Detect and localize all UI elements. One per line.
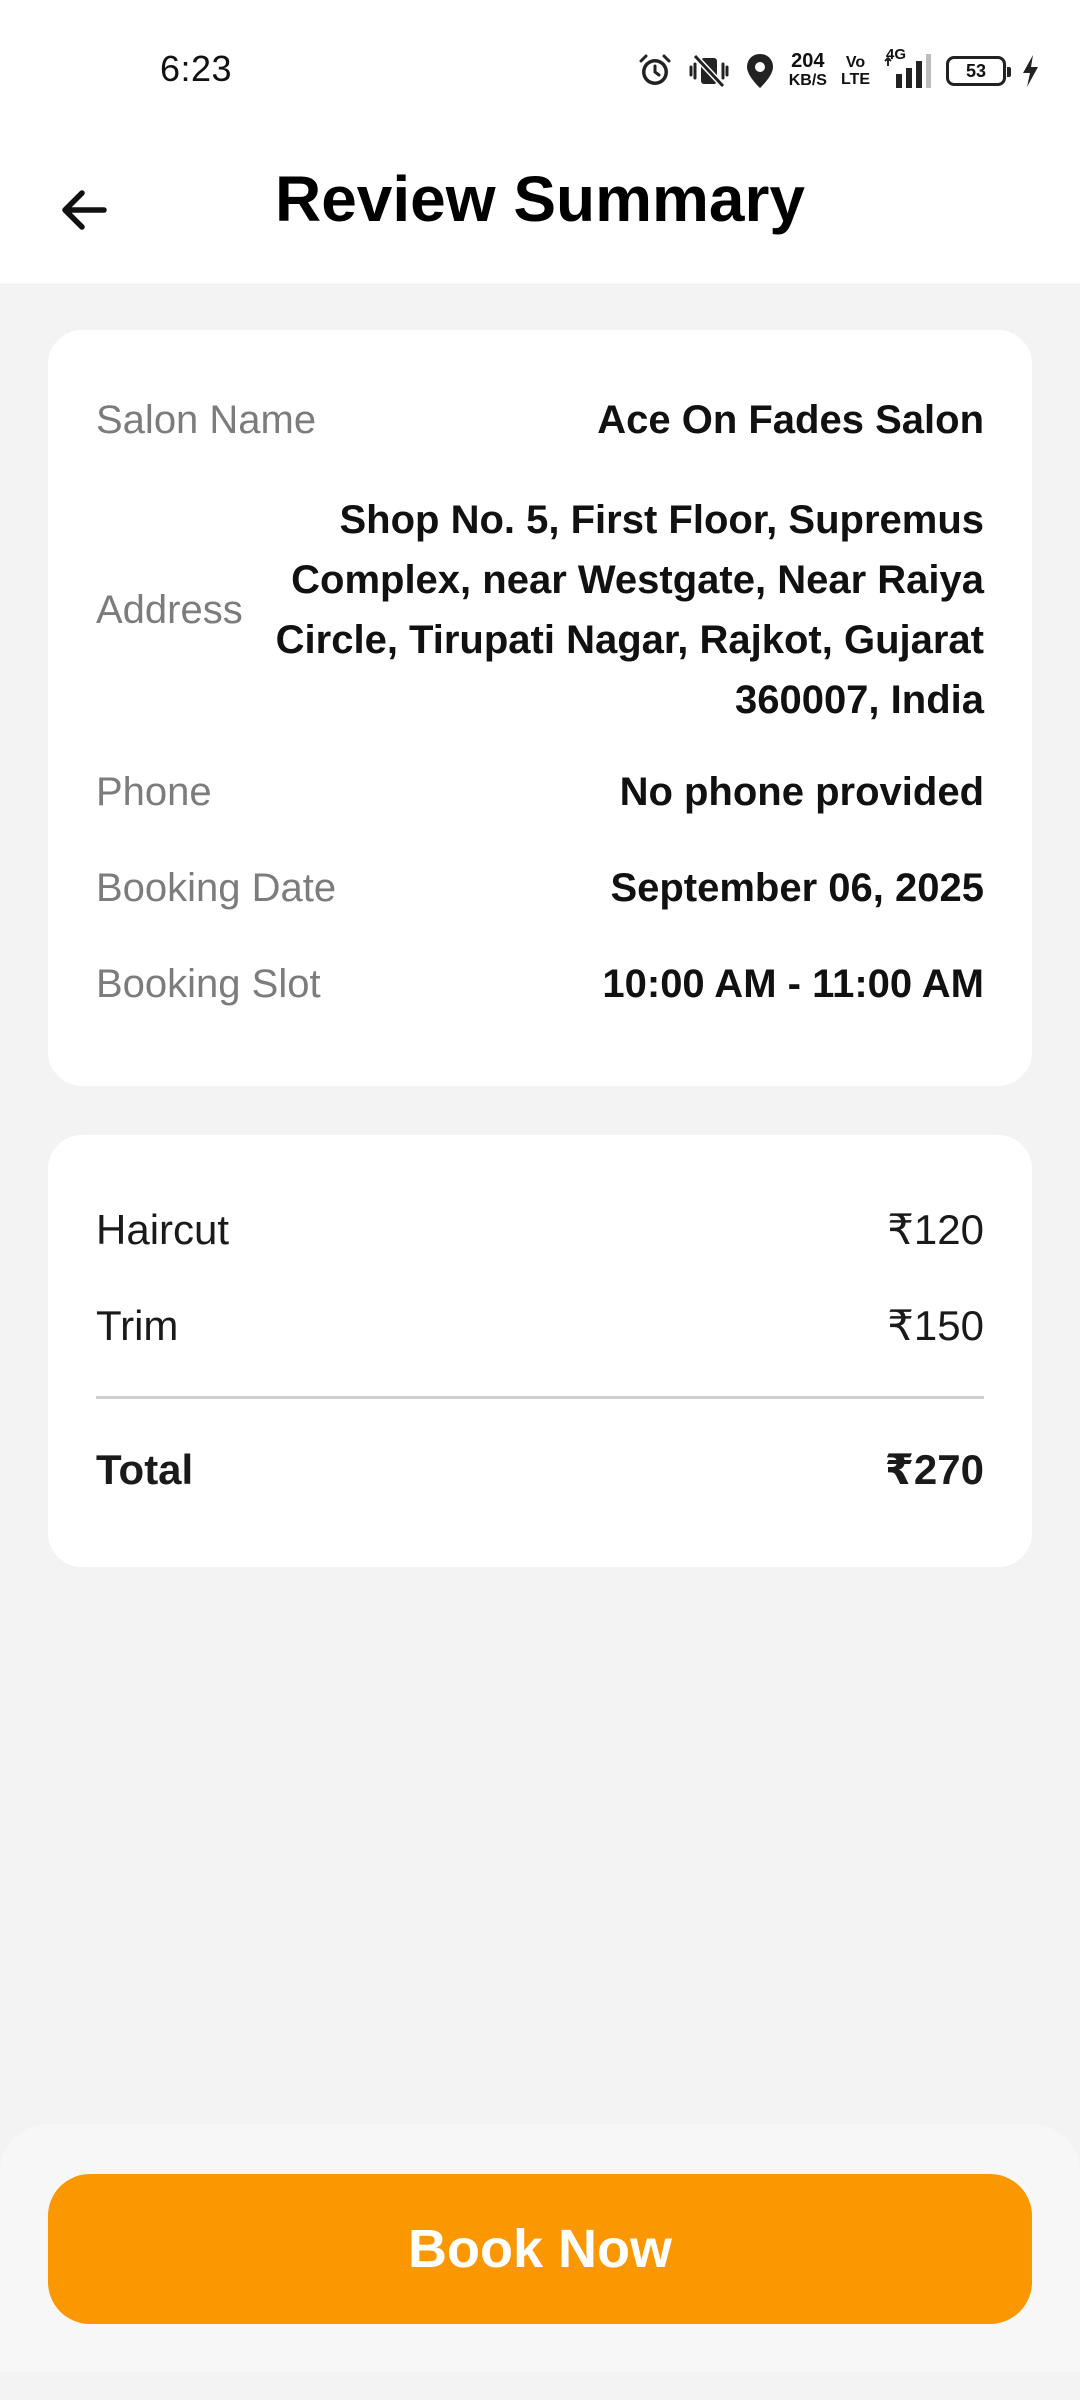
volte-bottom: LTE	[840, 71, 870, 88]
booking-date-label: Booking Date	[96, 866, 337, 910]
service-row: Haircut ₹120	[96, 1205, 984, 1254]
service-name: Haircut	[96, 1205, 230, 1253]
service-name: Trim	[96, 1301, 179, 1349]
volte-indicator: Vo LTE	[841, 54, 870, 88]
alarm-icon	[637, 53, 673, 89]
network-speed: 204 KB/S	[788, 50, 827, 90]
booking-slot-label: Booking Slot	[96, 962, 321, 1006]
location-icon	[745, 52, 775, 90]
price-divider	[96, 1396, 984, 1399]
address-row: Address Shop No. 5, First Floor, Supremu…	[96, 490, 984, 730]
charging-icon	[1020, 53, 1040, 89]
service-price: ₹120	[887, 1206, 984, 1253]
booking-date-row: Booking Date September 06, 2025	[96, 866, 984, 911]
status-bar: 6:23 204 KB/S Vo LTE 4G 53	[0, 0, 1080, 140]
service-price: ₹150	[887, 1302, 984, 1349]
battery-icon: 53	[946, 56, 1011, 86]
salon-name-row: Salon Name Ace On Fades Salon	[96, 398, 984, 443]
battery-level: 53	[965, 60, 987, 81]
phone-label: Phone	[96, 770, 212, 814]
review-summary-screen: 6:23 204 KB/S Vo LTE 4G 53 Review Summar…	[0, 0, 1080, 2400]
network-type: 4G	[886, 46, 907, 63]
volte-top: Vo	[845, 54, 866, 71]
vibrate-off-icon	[687, 53, 731, 89]
total-value: ₹270	[884, 1446, 984, 1493]
salon-name-label: Salon Name	[96, 398, 317, 442]
booking-slot-value: 10:00 AM - 11:00 AM	[602, 962, 984, 1006]
phone-row: Phone No phone provided	[96, 770, 984, 815]
status-icons: 204 KB/S Vo LTE 4G 53	[637, 46, 1040, 94]
booking-slot-row: Booking Slot 10:00 AM - 11:00 AM	[96, 962, 984, 1007]
total-label: Total	[96, 1445, 194, 1493]
network-speed-value: 204	[791, 50, 825, 72]
status-time: 6:23	[160, 48, 233, 89]
price-summary-card: Haircut ₹120 Trim ₹150 Total ₹270	[48, 1135, 1032, 1567]
network-speed-unit: KB/S	[788, 72, 827, 89]
total-row: Total ₹270	[96, 1445, 984, 1494]
phone-value: No phone provided	[619, 770, 984, 814]
page-title: Review Summary	[274, 163, 806, 235]
bottom-action-bar: Book Now	[0, 2124, 1080, 2372]
service-row: Trim ₹150	[96, 1301, 984, 1350]
gesture-area	[0, 2372, 1080, 2400]
address-label: Address	[96, 587, 243, 632]
booking-date-value: September 06, 2025	[610, 866, 984, 910]
booking-details-card: Salon Name Ace On Fades Salon Address Sh…	[48, 330, 1032, 1086]
book-now-button[interactable]: Book Now	[48, 2174, 1032, 2324]
app-header: Review Summary	[0, 140, 1080, 283]
address-value: Shop No. 5, First Floor, Supremus Comple…	[275, 498, 984, 722]
salon-name-value: Ace On Fades Salon	[597, 398, 984, 442]
signal-icon: 4G	[884, 46, 932, 90]
